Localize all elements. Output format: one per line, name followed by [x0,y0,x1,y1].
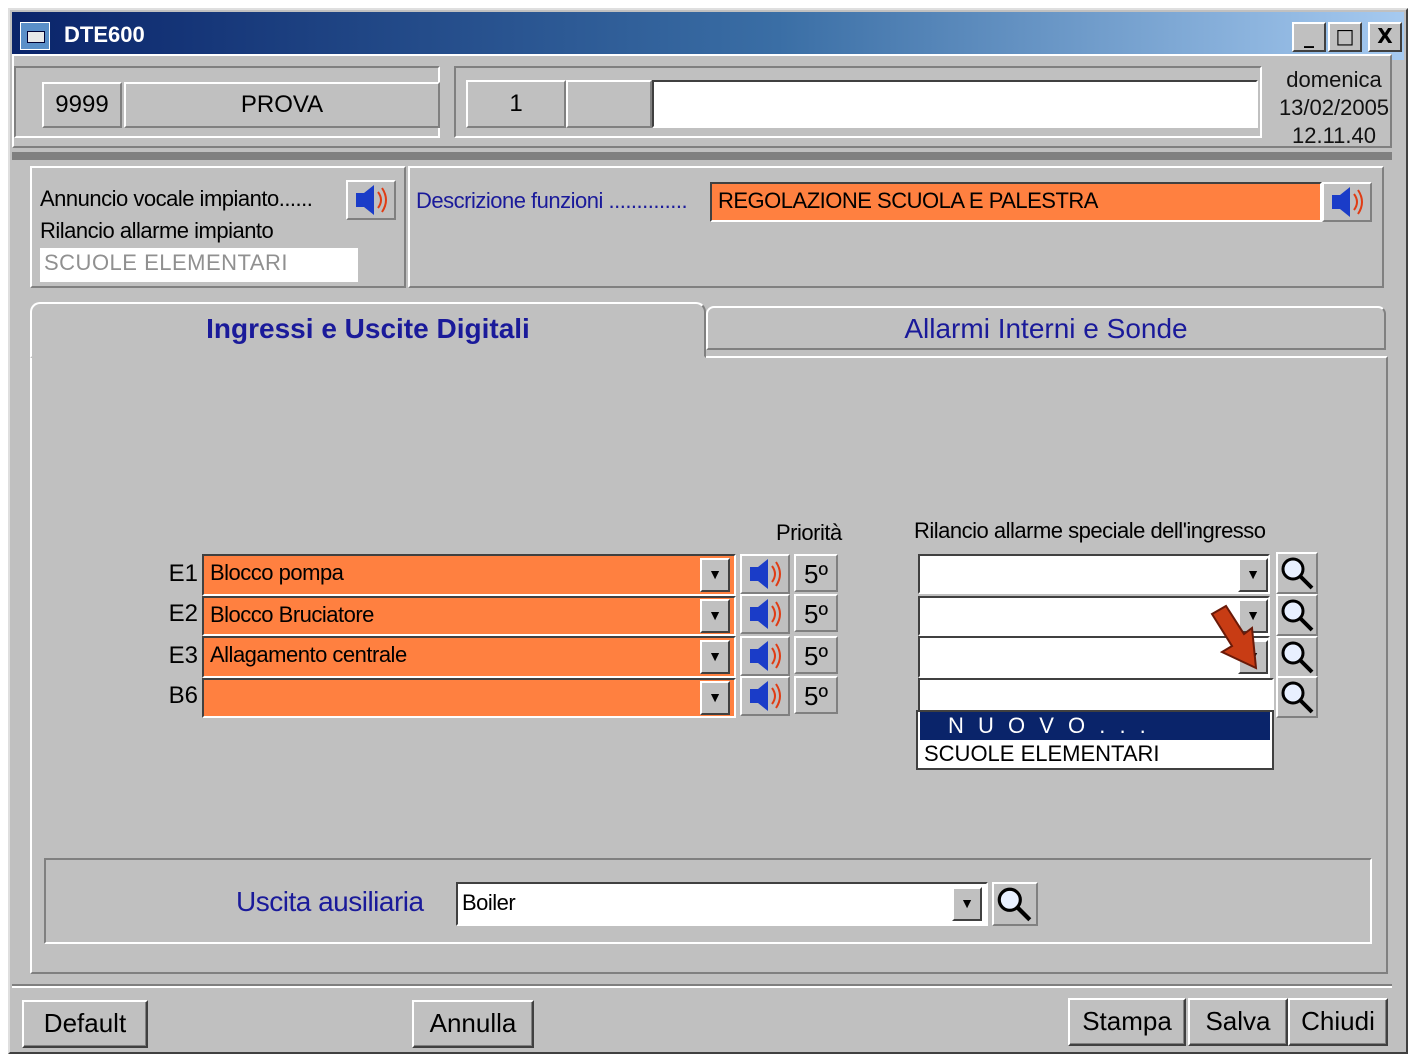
functions-speaker-icon[interactable] [1322,182,1372,222]
magnifier-icon[interactable] [992,882,1038,926]
speaker-icon[interactable] [346,180,396,220]
dropdown-arrow-icon[interactable]: ▼ [952,887,982,921]
footer-separator [12,984,1392,988]
row-label: B6 [168,682,198,709]
auxiliary-label: Uscita ausiliaria [236,886,424,917]
row-label: E2 [168,600,198,627]
magnifier-icon[interactable] [1276,594,1318,636]
speaker-icon[interactable] [740,676,790,716]
minimize-button[interactable]: _ [1292,22,1326,52]
priority-button[interactable]: 5º [794,594,838,632]
maximize-button[interactable]: □ [1328,22,1362,52]
record-description[interactable] [652,80,1258,128]
speaker-icon[interactable] [740,554,790,594]
input-e1-select[interactable]: Blocco pompa [202,554,736,596]
record-blank-cell [566,80,652,128]
cancel-button[interactable]: Annulla [412,1000,534,1048]
special-alarm-select[interactable] [918,554,1270,594]
close-button[interactable]: Chiudi [1288,998,1388,1046]
plant-alarm-field[interactable]: SCUOLE ELEMENTARI [40,248,358,282]
dropdown-arrow-icon[interactable]: ▼ [700,681,730,715]
separator [12,152,1392,160]
date-time: domenica 13/02/2005 12.11.40 [1266,66,1402,150]
dropdown-list: N U O V O . . . SCUOLE ELEMENTARI [916,710,1274,770]
priority-header: Priorità [776,520,842,545]
close-window-button[interactable]: X [1368,22,1402,52]
app-icon [20,22,50,50]
dropdown-arrow-icon[interactable]: ▼ [1238,558,1268,592]
title-bar[interactable]: DTE600 _ □ X [12,12,1404,60]
dropdown-arrow-icon[interactable]: ▼ [700,558,730,592]
date: 13/02/2005 [1278,95,1390,120]
magnifier-icon[interactable] [1276,676,1318,718]
pointer-arrow-icon [1210,604,1258,670]
day-name: domenica [1286,67,1382,92]
time: 12.11.40 [1291,123,1376,148]
dropdown-arrow-icon[interactable]: ▼ [700,599,730,633]
dropdown-arrow-icon[interactable]: ▼ [700,640,730,674]
functions-label: Descrizione funzioni .............. [416,188,688,213]
special-alarm-header: Rilancio allarme speciale dell'ingresso [914,518,1266,543]
default-button[interactable]: Default [22,1000,148,1048]
priority-button[interactable]: 5º [794,554,838,592]
tab-internal-alarms[interactable]: Allarmi Interni e Sonde [706,306,1386,350]
speaker-icon[interactable] [740,594,790,634]
print-button[interactable]: Stampa [1068,998,1186,1046]
auxiliary-select[interactable]: Boiler [456,882,988,926]
magnifier-icon[interactable] [1276,636,1318,678]
row-label: E3 [168,642,198,669]
window-title: DTE600 [64,22,145,47]
auxiliary-value: Boiler [462,890,516,915]
row-label: E1 [168,560,198,587]
site-code: 9999 [42,82,122,128]
input-e3-select[interactable]: Allagamento centrale [202,636,736,678]
voice-announcement-label: Annuncio vocale impianto...... [40,186,313,211]
record-number: 1 [466,80,566,128]
save-button[interactable]: Salva [1188,998,1288,1046]
plant-alarm-label: Rilancio allarme impianto [40,218,274,243]
input-e2-select[interactable]: Blocco Bruciatore [202,596,736,636]
tab-digital-io[interactable]: Ingressi e Uscite Digitali [30,302,706,358]
dropdown-option-new[interactable]: N U O V O . . . [920,712,1270,740]
dropdown-option-scuole[interactable]: SCUOLE ELEMENTARI [920,740,1270,768]
site-name: PROVA [124,82,440,128]
plant-alarm-value: SCUOLE ELEMENTARI [44,250,289,275]
priority-button[interactable]: 5º [794,636,838,674]
magnifier-icon[interactable] [1276,552,1318,594]
speaker-icon[interactable] [740,636,790,676]
priority-button[interactable]: 5º [794,676,838,714]
functions-field[interactable]: REGOLAZIONE SCUOLA E PALESTRA [710,182,1322,222]
input-b6-select[interactable] [202,678,736,718]
